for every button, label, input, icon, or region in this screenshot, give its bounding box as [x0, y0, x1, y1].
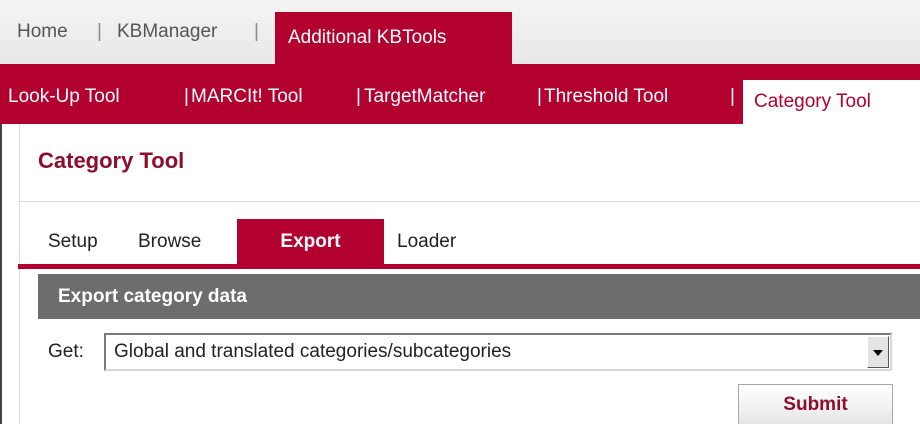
page-title: Category Tool — [38, 148, 185, 173]
subnav-separator: | — [537, 86, 542, 107]
subnav-separator: | — [730, 86, 735, 107]
tab-setup[interactable]: Setup — [48, 231, 98, 253]
subnav-separator: | — [184, 86, 189, 107]
nav-separator: | — [254, 21, 259, 42]
tab-browse[interactable]: Browse — [138, 231, 201, 253]
tab-loader[interactable]: Loader — [397, 231, 456, 253]
subnav-threshold-tool[interactable]: Threshold Tool — [544, 64, 668, 124]
sub-navigation: Look-Up Tool | MARCIt! Tool | TargetMatc… — [0, 64, 920, 124]
section-header: Export category data — [38, 274, 920, 319]
subnav-targetmatcher[interactable]: TargetMatcher — [364, 64, 485, 124]
subnav-marcit-tool[interactable]: MARCIt! Tool — [191, 64, 303, 124]
tab-export[interactable]: Export — [237, 219, 384, 264]
select-value: Global and translated categories/subcate… — [114, 341, 512, 362]
nav-kbmanager-link[interactable]: KBManager — [117, 0, 217, 64]
top-navigation: Home | KBManager | Additional KBTools — [0, 0, 920, 64]
tab-underline — [18, 264, 920, 269]
chevron-down-icon[interactable] — [867, 336, 889, 368]
nav-home-link[interactable]: Home — [17, 0, 68, 64]
nav-additional-kbtools-tab[interactable]: Additional KBTools — [275, 12, 512, 64]
export-type-select[interactable]: Global and translated categories/subcate… — [104, 333, 892, 371]
nav-separator: | — [97, 21, 102, 42]
subnav-lookup-tool[interactable]: Look-Up Tool — [8, 64, 120, 124]
title-divider — [18, 201, 920, 202]
submit-button[interactable]: Submit — [738, 384, 893, 424]
get-label: Get: — [48, 341, 84, 362]
subnav-category-tool[interactable]: Category Tool — [743, 80, 920, 124]
subnav-separator: | — [356, 86, 361, 107]
